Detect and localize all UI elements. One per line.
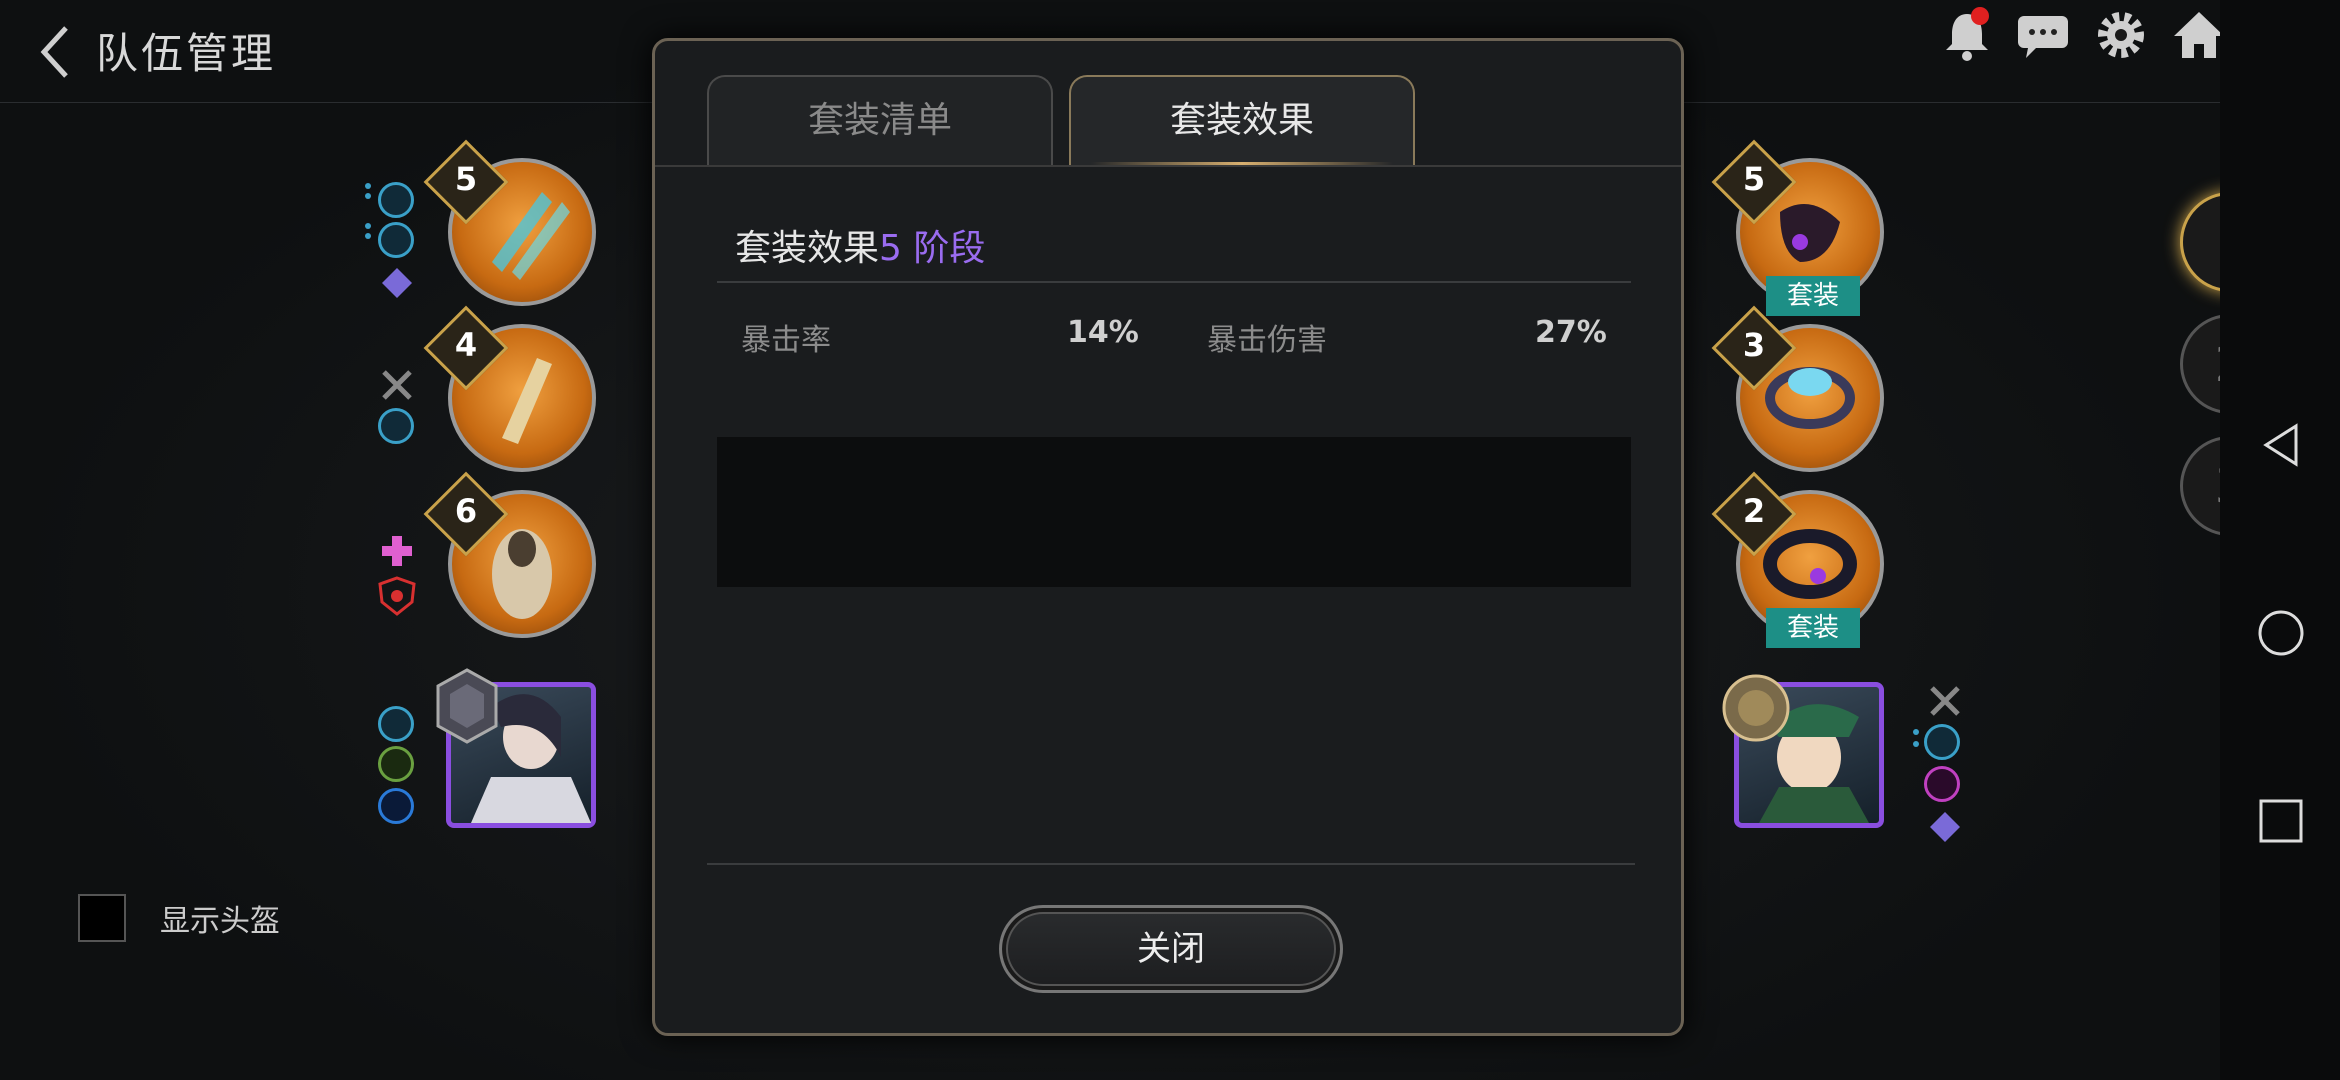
shield-blood-icon — [378, 576, 416, 616]
set-effect-prefix: 套装效果 — [735, 228, 880, 269]
page-title: 队伍管理 — [96, 29, 277, 78]
set-effect-stage-number: 5 — [879, 228, 902, 269]
gear-slot-necklace[interactable]: 5 套装 — [1711, 139, 1892, 316]
show-helmet-checkbox[interactable] — [78, 894, 126, 942]
android-nav-bar — [2220, 0, 2340, 1080]
demon-skill-icon — [382, 268, 412, 298]
footer-divider — [707, 863, 1635, 865]
nav-recents-icon[interactable] — [2256, 796, 2306, 846]
nav-home-icon[interactable] — [2256, 608, 2306, 658]
lightning-skill-icon — [1924, 724, 1960, 760]
heal-cross-icon — [382, 536, 412, 566]
gear-slot-armor[interactable]: 6 — [423, 471, 604, 646]
gear-level: 3 — [1742, 326, 1766, 364]
skill-dots — [1913, 729, 1919, 747]
stat-name-crit-damage: 暴击伤害 — [1207, 323, 1327, 358]
rank-crest-icon — [1722, 674, 1790, 742]
rank-crest-icon — [436, 668, 498, 744]
gear-level: 5 — [1742, 160, 1766, 198]
gear-level: 2 — [1742, 492, 1766, 530]
notification-bell-icon[interactable] — [1938, 6, 1996, 64]
back-arrow-icon[interactable] — [36, 22, 76, 82]
stat-value-crit-rate: 14% — [1067, 315, 1139, 350]
compass-skill-icon — [378, 706, 414, 742]
stat-value-crit-damage: 27% — [1535, 315, 1607, 350]
lightning-skill-icon — [378, 182, 414, 218]
gear-level: 4 — [454, 326, 478, 364]
set-effect-dialog: 套装清单 套装效果 套装效果5 阶段 暴击率 14% 暴击伤害 27% 关闭 — [652, 38, 1684, 1036]
tab-divider — [655, 165, 1681, 167]
set-badge: 套装 — [1766, 608, 1860, 648]
team-management-screen: 队伍管理 5 4 6 5 套装 3 2 套装 显示头盔 套装清单 套装效果 套装… — [0, 0, 2300, 1080]
gear-level: 6 — [454, 492, 478, 530]
gear-slot-boots[interactable]: 2 套装 — [1711, 471, 1892, 648]
show-helmet-label: 显示头盔 — [160, 904, 280, 939]
nature-skill-icon — [378, 746, 414, 782]
set-effect-stage-label: 阶段 — [913, 228, 986, 269]
chat-icon[interactable] — [2014, 6, 2072, 64]
gear-slot-helmet[interactable]: 4 — [423, 305, 604, 480]
skill-dots — [365, 183, 371, 239]
set-effect-heading: 套装效果5 阶段 — [735, 219, 985, 271]
stat-name-crit-rate: 暴击率 — [741, 323, 831, 358]
crossed-swords-icon — [1930, 686, 1960, 716]
gear-slot-weapon[interactable]: 5 — [423, 139, 604, 314]
nav-back-icon[interactable] — [2256, 420, 2306, 470]
header-divider — [717, 281, 1631, 283]
lightning-skill-icon — [378, 408, 414, 444]
tab-set-effect[interactable]: 套装效果 — [1069, 75, 1415, 165]
hat-skill-icon — [1924, 766, 1960, 802]
gear-level: 5 — [454, 160, 478, 198]
frost-skill-icon — [378, 788, 414, 824]
close-button[interactable]: 关闭 — [999, 905, 1343, 993]
gear-slot-ring[interactable]: 3 — [1711, 305, 1892, 480]
crossed-swords-icon — [382, 370, 412, 400]
set-description-box — [717, 437, 1631, 587]
compass-skill-icon — [378, 222, 414, 258]
gear-icon[interactable] — [2092, 6, 2150, 64]
demon-skill-icon — [1930, 812, 1960, 842]
tab-set-list[interactable]: 套装清单 — [707, 75, 1053, 165]
set-badge: 套装 — [1766, 276, 1860, 316]
